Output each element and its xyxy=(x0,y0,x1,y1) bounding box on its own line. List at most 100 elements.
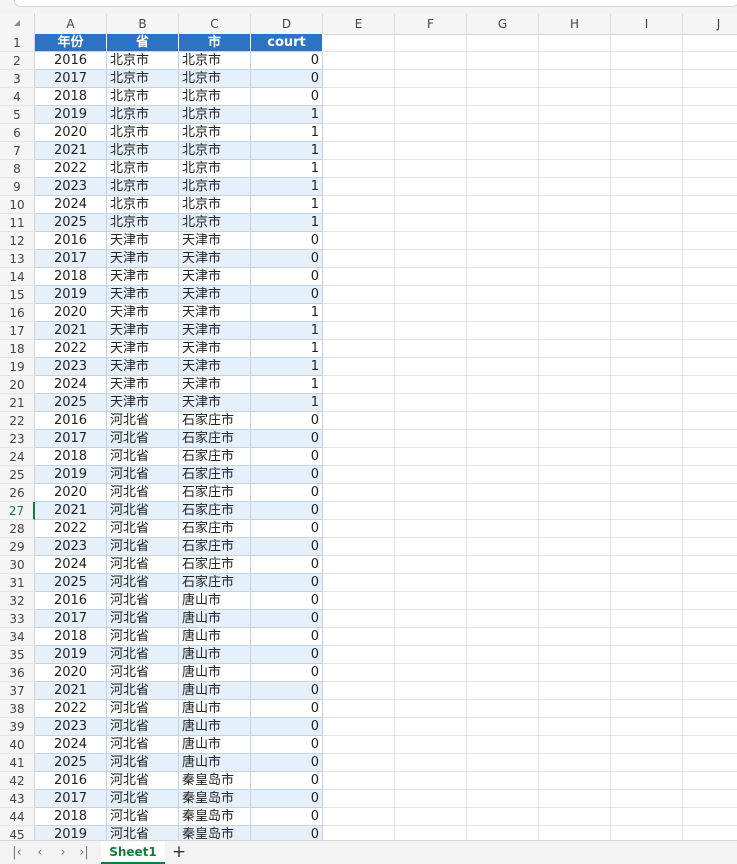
row-header[interactable]: 29 xyxy=(0,538,35,556)
row-header[interactable]: 4 xyxy=(0,88,35,106)
table-cell[interactable]: 0 xyxy=(251,286,323,304)
table-cell[interactable]: 河北省 xyxy=(107,772,179,790)
cell[interactable] xyxy=(395,772,467,790)
cell[interactable] xyxy=(683,232,737,250)
cell[interactable] xyxy=(539,520,611,538)
cell[interactable] xyxy=(323,412,395,430)
row-header[interactable]: 31 xyxy=(0,574,35,592)
cell[interactable] xyxy=(539,214,611,232)
cell[interactable] xyxy=(395,70,467,88)
cell[interactable] xyxy=(683,376,737,394)
column-header-a[interactable]: A xyxy=(35,14,107,34)
cell[interactable] xyxy=(611,232,683,250)
table-cell[interactable]: 河北省 xyxy=(107,736,179,754)
cell[interactable] xyxy=(467,628,539,646)
cell[interactable] xyxy=(395,790,467,808)
table-cell[interactable]: 河北省 xyxy=(107,502,179,520)
cell[interactable] xyxy=(683,610,737,628)
table-cell[interactable]: 天津市 xyxy=(179,394,251,412)
table-cell[interactable]: 0 xyxy=(251,790,323,808)
table-cell[interactable]: 0 xyxy=(251,520,323,538)
cell[interactable] xyxy=(611,592,683,610)
cell[interactable] xyxy=(395,232,467,250)
cell[interactable] xyxy=(467,142,539,160)
cell[interactable] xyxy=(539,268,611,286)
cell[interactable] xyxy=(611,322,683,340)
table-cell[interactable]: 2025 xyxy=(35,394,107,412)
cell[interactable] xyxy=(539,736,611,754)
table-cell[interactable]: 1 xyxy=(251,124,323,142)
table-cell[interactable]: 北京市 xyxy=(179,52,251,70)
table-cell[interactable]: 石家庄市 xyxy=(179,502,251,520)
table-cell[interactable]: 2017 xyxy=(35,250,107,268)
table-cell[interactable]: 天津市 xyxy=(179,340,251,358)
table-cell[interactable]: 0 xyxy=(251,466,323,484)
table-cell[interactable]: 北京市 xyxy=(107,106,179,124)
cell[interactable] xyxy=(611,178,683,196)
table-cell[interactable]: 北京市 xyxy=(179,196,251,214)
table-cell[interactable]: 0 xyxy=(251,52,323,70)
table-cell[interactable]: 北京市 xyxy=(179,142,251,160)
table-cell[interactable]: 0 xyxy=(251,250,323,268)
cell[interactable] xyxy=(323,322,395,340)
table-cell[interactable]: 北京市 xyxy=(179,178,251,196)
cell[interactable] xyxy=(467,214,539,232)
cell[interactable] xyxy=(539,322,611,340)
row-header[interactable]: 5 xyxy=(0,106,35,124)
cell[interactable] xyxy=(323,34,395,52)
cell[interactable] xyxy=(323,646,395,664)
cell[interactable] xyxy=(539,718,611,736)
table-cell[interactable]: 2022 xyxy=(35,340,107,358)
cell[interactable] xyxy=(467,646,539,664)
table-cell[interactable]: 0 xyxy=(251,646,323,664)
row-header[interactable]: 8 xyxy=(0,160,35,178)
cell[interactable] xyxy=(683,34,737,52)
cell[interactable] xyxy=(683,196,737,214)
cell[interactable] xyxy=(467,412,539,430)
row-header[interactable]: 42 xyxy=(0,772,35,790)
cell[interactable] xyxy=(683,358,737,376)
table-cell[interactable]: 0 xyxy=(251,682,323,700)
cell[interactable] xyxy=(611,304,683,322)
table-cell[interactable]: 石家庄市 xyxy=(179,448,251,466)
cell[interactable] xyxy=(395,376,467,394)
table-cell[interactable]: 2024 xyxy=(35,556,107,574)
cell[interactable] xyxy=(611,214,683,232)
cell[interactable] xyxy=(467,160,539,178)
cell[interactable] xyxy=(611,376,683,394)
cell[interactable] xyxy=(467,574,539,592)
cell[interactable] xyxy=(323,52,395,70)
table-cell[interactable]: 2017 xyxy=(35,430,107,448)
cell[interactable] xyxy=(395,754,467,772)
cell[interactable] xyxy=(683,88,737,106)
cell[interactable] xyxy=(323,430,395,448)
cell[interactable] xyxy=(539,286,611,304)
row-header[interactable]: 25 xyxy=(0,466,35,484)
table-cell[interactable]: 河北省 xyxy=(107,610,179,628)
row-header[interactable]: 43 xyxy=(0,790,35,808)
cell[interactable] xyxy=(611,682,683,700)
cell[interactable] xyxy=(539,412,611,430)
cell[interactable] xyxy=(467,484,539,502)
cell[interactable] xyxy=(323,556,395,574)
table-cell[interactable]: 北京市 xyxy=(107,214,179,232)
cell[interactable] xyxy=(467,52,539,70)
cell[interactable] xyxy=(539,664,611,682)
table-cell[interactable]: 1 xyxy=(251,340,323,358)
cell[interactable] xyxy=(683,718,737,736)
cell[interactable] xyxy=(611,826,683,840)
table-cell[interactable]: 河北省 xyxy=(107,448,179,466)
cell[interactable] xyxy=(323,772,395,790)
cell[interactable] xyxy=(611,628,683,646)
table-cell[interactable]: 秦皇岛市 xyxy=(179,790,251,808)
cell[interactable] xyxy=(539,340,611,358)
table-cell[interactable]: 2021 xyxy=(35,502,107,520)
cell[interactable] xyxy=(395,484,467,502)
cell[interactable] xyxy=(539,178,611,196)
cell[interactable] xyxy=(539,106,611,124)
cell[interactable] xyxy=(395,682,467,700)
table-cell[interactable]: 0 xyxy=(251,430,323,448)
table-cell[interactable]: 2025 xyxy=(35,574,107,592)
prev-sheet-icon[interactable]: ‹ xyxy=(31,843,49,863)
cell[interactable] xyxy=(467,610,539,628)
